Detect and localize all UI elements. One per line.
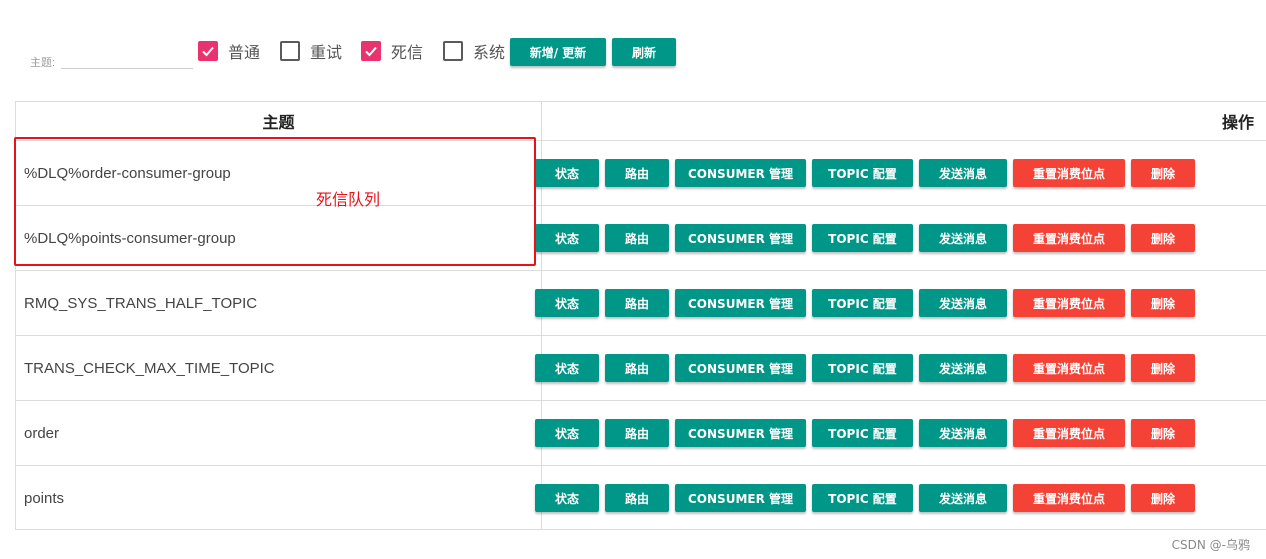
checkbox-system[interactable]: 系统	[443, 41, 506, 62]
reset-offset-button[interactable]: 重置消费位点	[1013, 224, 1125, 252]
header-operations: 操作	[1221, 113, 1254, 132]
topic-name: points	[24, 489, 65, 507]
checkbox-retry[interactable]: 重试	[280, 41, 343, 62]
route-button[interactable]: 路由	[605, 354, 669, 382]
topic-filter-input[interactable]	[61, 48, 193, 69]
topic-config-button[interactable]: TOPIC 配置	[812, 354, 913, 382]
checkbox-normal[interactable]: 普通	[198, 41, 261, 62]
checkbox-dlq-box[interactable]	[361, 41, 381, 61]
topic-config-button[interactable]: TOPIC 配置	[812, 484, 913, 512]
dlq-annotation-label: 死信队列	[316, 190, 381, 209]
checkbox-retry-label: 重试	[310, 43, 343, 62]
status-button[interactable]: 状态	[535, 224, 599, 252]
topic-config-button[interactable]: TOPIC 配置	[812, 419, 913, 447]
table-row: RMQ_SYS_TRANS_HALF_TOPIC 状态 路由 CONSUMER 管理 T…	[16, 270, 1266, 335]
table-row: TRANS_CHECK_MAX_TIME_TOPIC 状态 路由 CONSUMER 管…	[16, 335, 1266, 400]
consumer-manage-button[interactable]: CONSUMER 管理	[675, 159, 806, 187]
reset-offset-button[interactable]: 重置消费位点	[1013, 354, 1125, 382]
header-topic: 主题	[262, 113, 295, 132]
checkbox-dlq[interactable]: 死信	[361, 41, 424, 62]
consumer-manage-button[interactable]: CONSUMER 管理	[675, 354, 806, 382]
consumer-manage-button[interactable]: CONSUMER 管理	[675, 484, 806, 512]
checkbox-dlq-label: 死信	[391, 43, 424, 62]
reset-offset-button[interactable]: 重置消费位点	[1013, 419, 1125, 447]
topic-name: RMQ_SYS_TRANS_HALF_TOPIC	[24, 294, 258, 312]
route-button[interactable]: 路由	[605, 484, 669, 512]
checkbox-normal-box[interactable]	[198, 41, 218, 61]
delete-button[interactable]: 删除	[1131, 484, 1195, 512]
send-message-button[interactable]: 发送消息	[919, 354, 1007, 382]
send-message-button[interactable]: 发送消息	[919, 289, 1007, 317]
checkbox-system-box[interactable]	[443, 41, 463, 61]
watermark: CSDN @-乌鸦	[1171, 538, 1250, 552]
delete-button[interactable]: 删除	[1131, 159, 1195, 187]
reset-offset-button[interactable]: 重置消费位点	[1013, 289, 1125, 317]
send-message-button[interactable]: 发送消息	[919, 419, 1007, 447]
status-button[interactable]: 状态	[535, 419, 599, 447]
reset-offset-button[interactable]: 重置消费位点	[1013, 484, 1125, 512]
route-button[interactable]: 路由	[605, 419, 669, 447]
consumer-manage-button[interactable]: CONSUMER 管理	[675, 224, 806, 252]
delete-button[interactable]: 删除	[1131, 354, 1195, 382]
route-button[interactable]: 路由	[605, 289, 669, 317]
consumer-manage-button[interactable]: CONSUMER 管理	[675, 289, 806, 317]
status-button[interactable]: 状态	[535, 484, 599, 512]
add-update-button[interactable]: 新增/ 更新	[510, 38, 606, 66]
topic-name: TRANS_CHECK_MAX_TIME_TOPIC	[24, 359, 275, 377]
route-button[interactable]: 路由	[605, 224, 669, 252]
topic-name: %DLQ%order-consumer-group	[24, 164, 231, 182]
checkbox-normal-label: 普通	[228, 43, 261, 62]
delete-button[interactable]: 删除	[1131, 419, 1195, 447]
refresh-button[interactable]: 刷新	[612, 38, 676, 66]
status-button[interactable]: 状态	[535, 289, 599, 317]
table-row: points 状态 路由 CONSUMER 管理 TOPIC 配置 发送消息 重置消费位点删…	[16, 465, 1266, 530]
check-icon	[202, 46, 214, 57]
status-button[interactable]: 状态	[535, 354, 599, 382]
topic-config-button[interactable]: TOPIC 配置	[812, 159, 913, 187]
route-button[interactable]: 路由	[605, 159, 669, 187]
consumer-manage-button[interactable]: CONSUMER 管理	[675, 419, 806, 447]
topic-name: %DLQ%points-consumer-group	[24, 229, 236, 247]
checkbox-system-label: 系统	[473, 43, 506, 62]
table-row: %DLQ%points-consumer-group 状态 路由 CONSUMER 管…	[16, 205, 1266, 270]
topic-filter-label: 主题:	[30, 57, 56, 69]
send-message-button[interactable]: 发送消息	[919, 224, 1007, 252]
send-message-button[interactable]: 发送消息	[919, 159, 1007, 187]
delete-button[interactable]: 删除	[1131, 224, 1195, 252]
delete-button[interactable]: 删除	[1131, 289, 1195, 317]
topic-name: order	[24, 424, 60, 442]
status-button[interactable]: 状态	[535, 159, 599, 187]
reset-offset-button[interactable]: 重置消费位点	[1013, 159, 1125, 187]
table-row: order 状态 路由 CONSUMER 管理 TOPIC 配置 发送消息 重置消费位点 删除	[16, 400, 1266, 465]
send-message-button[interactable]: 发送消息	[919, 484, 1007, 512]
table-row: %DLQ%order-consumer-group 状态 路由 CONSUMER 管理…	[16, 140, 1266, 205]
topic-config-button[interactable]: TOPIC 配置	[812, 224, 913, 252]
check-icon	[365, 46, 377, 57]
topic-config-button[interactable]: TOPIC 配置	[812, 289, 913, 317]
checkbox-retry-box[interactable]	[280, 41, 300, 61]
topic-table: 主题 操作 %DLQ%order-consumer-group 状态 路由 CONSU…	[15, 101, 1266, 530]
